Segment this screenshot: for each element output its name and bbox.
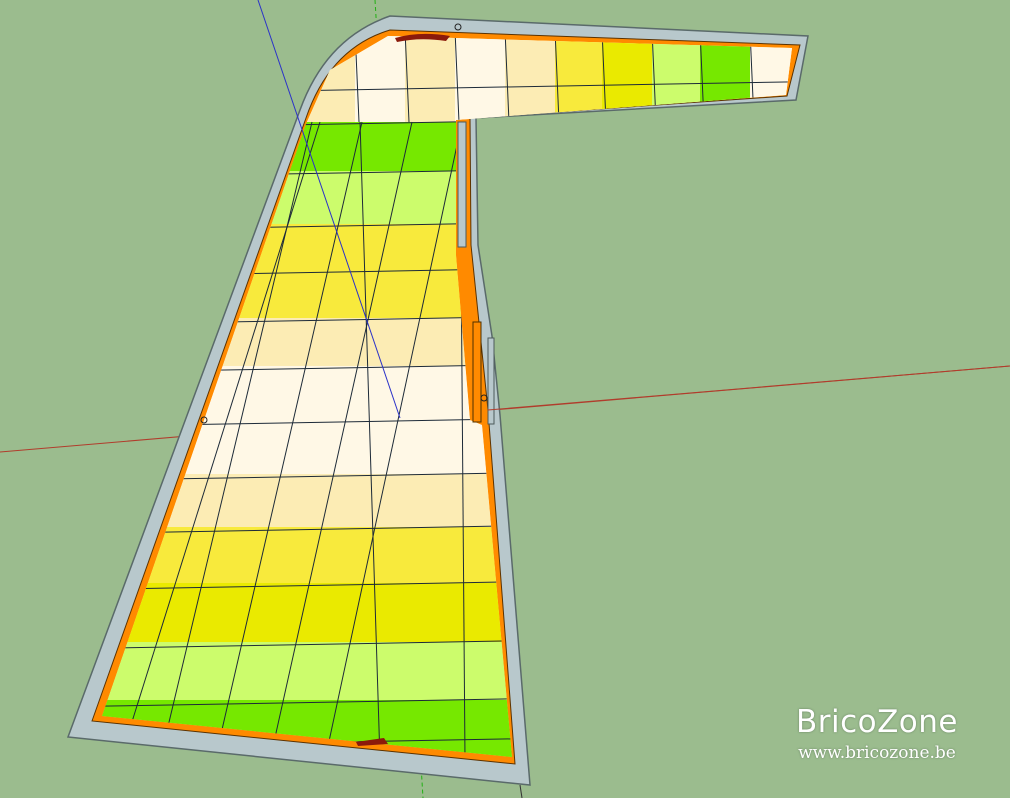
grid-line (102, 259, 792, 279)
tile-band (102, 171, 792, 224)
tile-band (455, 36, 505, 122)
sketchup-viewport[interactable]: BricoZone www.bricozone.be (0, 0, 1010, 798)
grid-line (102, 355, 792, 375)
separator-strip (472, 321, 482, 423)
tile-band (555, 36, 602, 122)
3d-scene[interactable] (0, 0, 1010, 798)
tile-band (700, 36, 750, 122)
tile-band (505, 36, 555, 122)
separator-strip (487, 337, 495, 425)
tile-band (102, 224, 792, 318)
tile-band (102, 122, 792, 171)
watermark-url: www.bricozone.be (798, 743, 956, 763)
watermark-brand: BricoZone (795, 704, 958, 740)
separator-strip (457, 121, 467, 248)
tile-band (405, 36, 455, 122)
watermark: BricoZone www.bricozone.be (796, 704, 958, 764)
grid-line (102, 213, 792, 233)
tile-band (102, 318, 792, 366)
tile-band (102, 366, 792, 474)
grid-line (102, 160, 792, 180)
guide-line (519, 784, 523, 798)
tile-band (652, 36, 700, 122)
grid-line (102, 409, 792, 429)
grid-line (102, 307, 792, 327)
red-axis (487, 365, 1010, 411)
